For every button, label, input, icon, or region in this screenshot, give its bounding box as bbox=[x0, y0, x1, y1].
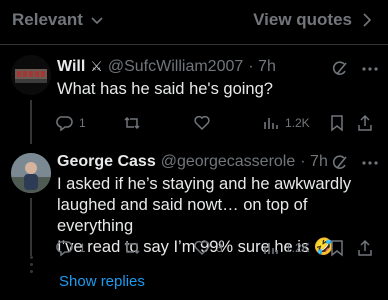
chevron-right-icon bbox=[363, 13, 372, 27]
reply-text-line: I asked if he’s staying and he awkwardly bbox=[57, 175, 352, 193]
reply-actions: 1 1.2K bbox=[56, 114, 376, 136]
sort-dropdown[interactable]: Relevant bbox=[12, 10, 105, 30]
timestamp[interactable]: · 7h bbox=[300, 153, 328, 171]
reply-header: Will ⚔ @SufcWilliam2007 · 7h bbox=[57, 58, 276, 76]
timestamp[interactable]: · 7h bbox=[248, 58, 276, 76]
avatar[interactable] bbox=[11, 153, 51, 193]
repost-button[interactable] bbox=[123, 239, 141, 257]
header-divider bbox=[0, 44, 388, 45]
reply-count: 1 bbox=[79, 116, 86, 130]
bookmark-icon bbox=[331, 240, 343, 257]
avatar-image bbox=[11, 55, 51, 95]
username[interactable]: @SufcWilliam2007 bbox=[108, 58, 243, 76]
bar-chart-icon bbox=[264, 243, 278, 254]
views-button[interactable]: 1.2K bbox=[262, 239, 310, 257]
view-count: 1.2K bbox=[285, 116, 310, 130]
crossed-swords-icon: ⚔ bbox=[90, 58, 103, 74]
grok-icon[interactable] bbox=[331, 154, 349, 172]
repost-icon bbox=[124, 116, 140, 130]
bookmark-button[interactable] bbox=[328, 114, 346, 132]
replies-header: Relevant View quotes bbox=[0, 0, 388, 44]
share-button[interactable] bbox=[356, 239, 374, 257]
reply-actions: 1 3 1.2K bbox=[56, 239, 376, 261]
view-count: 1.2K bbox=[285, 241, 310, 255]
bookmark-icon bbox=[331, 115, 343, 132]
bar-chart-icon bbox=[264, 118, 278, 129]
reply-icon bbox=[56, 241, 73, 257]
share-icon bbox=[358, 114, 372, 131]
like-button[interactable]: 3 bbox=[193, 239, 223, 257]
view-quotes-label: View quotes bbox=[253, 10, 352, 29]
thread-line bbox=[30, 100, 32, 144]
sort-label: Relevant bbox=[12, 10, 83, 29]
heart-icon bbox=[194, 240, 210, 256]
repost-icon bbox=[124, 241, 140, 255]
thread-continuation-dots bbox=[29, 256, 33, 286]
view-quotes-link[interactable]: View quotes bbox=[253, 10, 374, 30]
avatar-image bbox=[11, 153, 51, 193]
bookmark-button[interactable] bbox=[328, 239, 346, 257]
heart-icon bbox=[194, 115, 210, 131]
more-options-icon[interactable] bbox=[360, 153, 380, 173]
views-button[interactable]: 1.2K bbox=[262, 114, 310, 132]
share-icon bbox=[358, 239, 372, 256]
display-name[interactable]: Will bbox=[57, 58, 85, 76]
reply-icon bbox=[56, 116, 73, 132]
display-name[interactable]: George Cass bbox=[57, 153, 156, 171]
thread-line bbox=[30, 198, 32, 256]
reply-button[interactable]: 1 bbox=[56, 239, 86, 257]
reply-count: 1 bbox=[79, 241, 86, 255]
chevron-down-icon bbox=[91, 17, 103, 25]
avatar[interactable] bbox=[11, 55, 51, 95]
more-options-icon[interactable] bbox=[360, 59, 380, 79]
like-count: 3 bbox=[216, 241, 223, 255]
like-button[interactable] bbox=[193, 114, 211, 132]
reply-text: What has he said he's going? bbox=[57, 80, 273, 98]
reply-text-line: laughed and said nowt… on top of everyth… bbox=[57, 196, 308, 235]
share-button[interactable] bbox=[356, 114, 374, 132]
show-replies-link[interactable]: Show replies bbox=[59, 273, 145, 290]
reply-button[interactable]: 1 bbox=[56, 114, 86, 132]
repost-button[interactable] bbox=[123, 114, 141, 132]
reply-header: George Cass @georgecasserole · 7h bbox=[57, 153, 328, 171]
grok-icon[interactable] bbox=[331, 60, 349, 78]
username[interactable]: @georgecasserole bbox=[161, 153, 296, 171]
